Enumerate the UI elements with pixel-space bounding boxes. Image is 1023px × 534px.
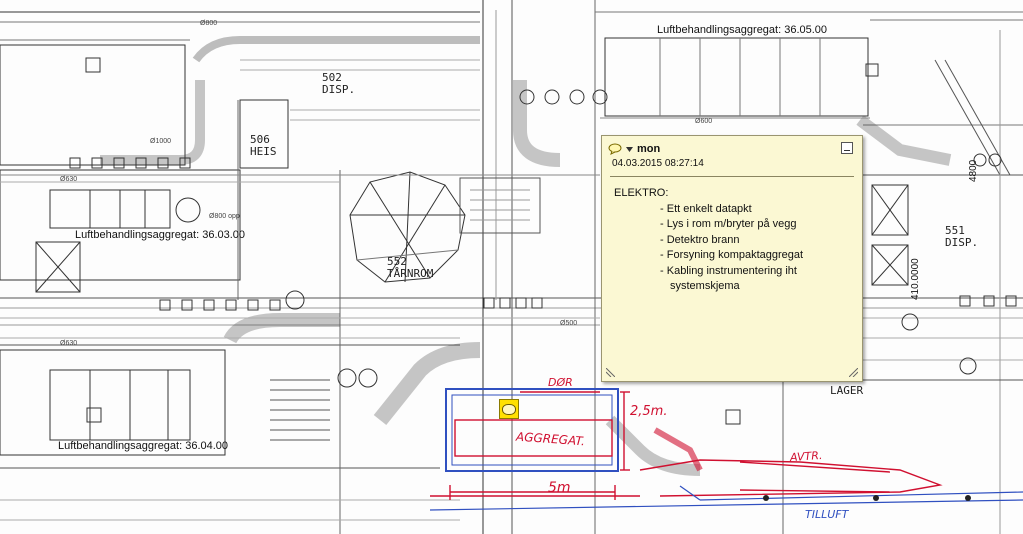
duct-size-o800opp: Ø800 opp	[209, 213, 240, 220]
speech-bubble-icon	[502, 403, 516, 415]
dimension-4800: 4800	[968, 159, 979, 182]
room-lager: LAGER	[830, 384, 864, 397]
dimension-410000: 410.0000	[910, 258, 921, 300]
markup-avtr: AVTR.	[789, 448, 823, 465]
comment-body[interactable]: ELEKTRO: Ett enkelt datapkt Lys i rom m/…	[614, 186, 854, 295]
floor-plan-drawing	[0, 0, 1023, 534]
comment-divider	[610, 176, 854, 177]
duct-size-o800: Ø800	[200, 20, 218, 27]
comment-item: Detektro brann	[660, 233, 854, 249]
comment-item: Forsyning kompaktaggregat	[660, 248, 854, 264]
duct-size-o630: Ø630	[60, 176, 78, 183]
room-502-name: DISP.	[322, 83, 356, 96]
markup-tilluft: TILLUFT	[805, 508, 849, 521]
comment-author: mon	[637, 143, 661, 155]
ahu-label-36-05: Luftbehandlingsaggregat: 36.05.00	[657, 24, 828, 36]
comment-list: Ett enkelt datapkt Lys i rom m/bryter på…	[614, 202, 854, 295]
ahu-label-36-03: Luftbehandlingsaggregat: 36.03.00	[75, 229, 246, 241]
duct-size-o500: Ø500	[560, 320, 578, 327]
drawing-viewport[interactable]: Luftbehandlingsaggregat: 36.05.00 Luftbe…	[0, 0, 1023, 534]
speech-bubble-icon	[608, 143, 622, 155]
duct-size-o630b: Ø630	[60, 340, 78, 347]
markup-dor: DØR	[548, 376, 573, 389]
comment-item: Lys i rom m/bryter på vegg	[660, 217, 854, 233]
markup-length-5m: 5m	[548, 480, 571, 496]
comment-popup[interactable]: mon 04.03.2015 08:27:14 ELEKTRO: Ett enk…	[601, 135, 863, 382]
comment-date: 04.03.2015 08:27:14	[612, 158, 704, 169]
room-551-name: DISP.	[945, 236, 979, 249]
resize-grip-right-icon[interactable]	[849, 368, 858, 377]
comment-header[interactable]: mon	[608, 142, 660, 156]
comment-item: Ett enkelt datapkt	[660, 202, 854, 218]
markup-width-25: 2,5m.	[630, 404, 668, 419]
comment-marker-icon[interactable]	[499, 399, 519, 419]
comment-item: Kabling instrumentering iht systemskjema	[660, 264, 854, 295]
room-552-name: TÅRNROM	[387, 267, 434, 280]
duct-size-o1000: Ø1000	[150, 138, 172, 145]
room-506-name: HEIS	[250, 145, 277, 158]
minimize-button[interactable]	[841, 142, 853, 154]
resize-grip-left-icon[interactable]	[606, 368, 615, 377]
duct-size-o600: Ø600	[695, 118, 713, 125]
comment-heading: ELEKTRO:	[614, 187, 669, 199]
ahu-label-36-04: Luftbehandlingsaggregat: 36.04.00	[58, 440, 229, 452]
dropdown-arrow-icon[interactable]	[626, 146, 633, 152]
